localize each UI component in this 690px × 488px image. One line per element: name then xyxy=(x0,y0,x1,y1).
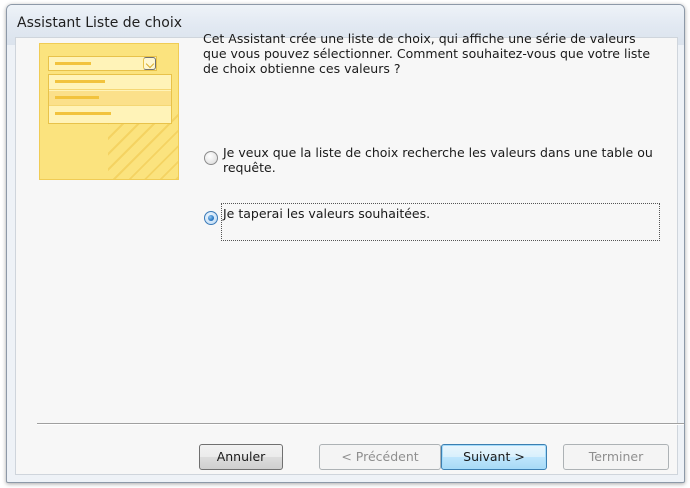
cancel-button[interactable]: Annuler xyxy=(199,444,283,470)
next-button[interactable]: Suivant > xyxy=(441,444,547,470)
intro-text: Cet Assistant crée une liste de choix, q… xyxy=(203,31,651,76)
previous-button[interactable]: < Précédent xyxy=(319,444,441,470)
illustration-combo xyxy=(48,56,157,71)
radio-selected-dot xyxy=(208,215,214,221)
illustration-list xyxy=(48,74,172,124)
radio-type-values[interactable] xyxy=(204,211,218,225)
option-label-table-query[interactable]: Je veux que la liste de choix recherche … xyxy=(223,145,655,175)
window-title: Assistant Liste de choix xyxy=(17,15,183,31)
chevron-down-icon xyxy=(143,57,156,70)
combo-box-illustration xyxy=(39,43,179,180)
separator xyxy=(37,423,684,425)
radio-table-query[interactable] xyxy=(204,151,218,165)
option-label-type-values[interactable]: Je taperai les valeurs souhaitées. xyxy=(223,206,653,221)
finish-button[interactable]: Terminer xyxy=(563,444,669,470)
wizard-dialog: Assistant Liste de choix Cet Assistant c… xyxy=(6,4,685,483)
